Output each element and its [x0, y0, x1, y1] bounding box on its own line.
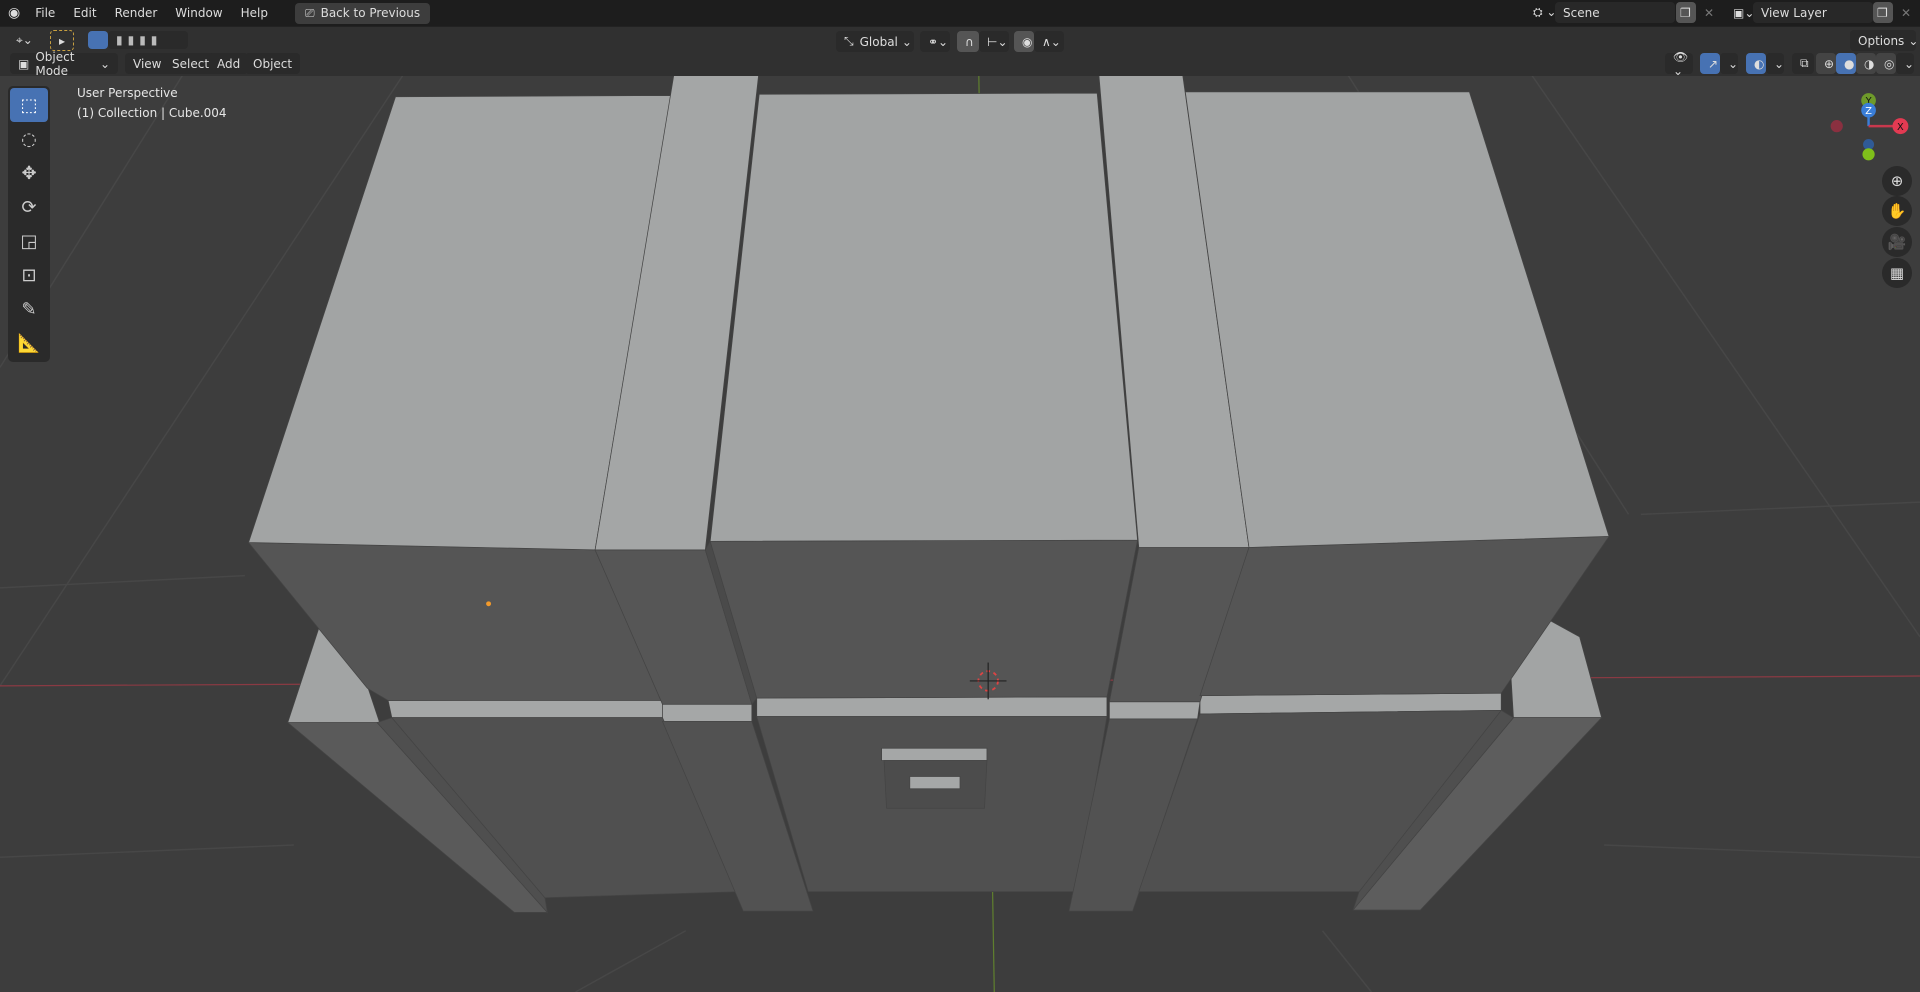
select-box-tool-icon[interactable]: ⬚ — [10, 88, 48, 122]
menu-add[interactable]: Add — [209, 53, 249, 74]
scale-tool-icon[interactable]: ◲ — [10, 224, 48, 258]
select-tool-icon[interactable]: ▸ — [50, 30, 74, 51]
falloff-icon[interactable]: ∧⌄ — [1034, 31, 1064, 52]
solid-shading-icon[interactable]: ● — [1836, 53, 1856, 74]
overlays-dropdown-icon[interactable]: ⌄ — [1766, 53, 1784, 74]
shading-dropdown-icon[interactable]: ⌄ — [1896, 53, 1914, 74]
menu-view[interactable]: View — [125, 53, 170, 74]
zoom-view-icon[interactable]: ⊕ — [1882, 166, 1912, 196]
neg-y-dot — [1862, 148, 1875, 161]
pivot-point-icon[interactable]: ⚭⌄ — [920, 31, 950, 52]
perspective-toggle-icon[interactable]: ▦ — [1882, 258, 1912, 288]
viewport-scene: Y Z X — [0, 48, 1920, 992]
measure-tool-icon[interactable]: 📐 — [10, 326, 48, 360]
toolbar: ⬚ ◌ ✥ ⟳ ◲ ⊡ ✎ 📐 — [8, 86, 50, 362]
transform-orientation-dropdown[interactable]: ⤡ Global ⌄ — [836, 31, 914, 52]
navigation-gizmo[interactable]: Y Z X — [1830, 93, 1909, 161]
snap-toggle-icon[interactable]: ∩ — [957, 31, 979, 52]
annotate-tool-icon[interactable]: ✎ — [10, 292, 48, 326]
gizmo-dropdown-icon[interactable]: ⌄ — [1720, 53, 1738, 74]
options-dropdown[interactable]: Options ⌄ — [1850, 30, 1918, 51]
overlays-toggle-icon[interactable]: ◐ — [1746, 53, 1766, 74]
orientation-icon: ⤡ — [844, 34, 854, 48]
object-origin — [486, 601, 492, 607]
object-mode-icon: ▣ — [18, 56, 30, 71]
gizmo-toggle-icon[interactable]: ↗ — [1700, 53, 1720, 74]
cursor-tool-icon[interactable]: ◌ — [10, 122, 48, 156]
neg-x-dot — [1830, 120, 1843, 133]
rendered-shading-icon[interactable]: ◎ — [1876, 53, 1896, 74]
pan-view-icon[interactable]: ✋ — [1882, 196, 1912, 226]
rotate-tool-icon[interactable]: ⟳ — [10, 190, 48, 224]
lock-top — [881, 747, 988, 761]
view-name: User Perspective — [77, 86, 178, 100]
gizmo-x-label: X — [1897, 122, 1904, 133]
editor-type-icon[interactable]: ⌖⌄ — [8, 30, 40, 51]
mode-dropdown[interactable]: ▣ Object Mode ⌄ — [10, 50, 118, 78]
select-mode-new-icon[interactable] — [88, 31, 108, 49]
select-mode-options-icon[interactable]: ▮▮▮▮ — [108, 31, 188, 49]
menu-object[interactable]: Object — [245, 53, 301, 74]
move-tool-icon[interactable]: ✥ — [10, 156, 48, 190]
chest-model[interactable] — [247, 66, 1610, 914]
snap-element-icon[interactable]: ⊢⌄ — [979, 31, 1009, 52]
mode-label: Object Mode — [35, 49, 75, 78]
proportional-edit-icon[interactable]: ◉ — [1014, 31, 1034, 52]
collection-info: (1) Collection | Cube.004 — [77, 106, 227, 120]
xray-toggle-icon[interactable]: ⧉ — [1792, 53, 1814, 74]
material-shading-icon[interactable]: ◑ — [1856, 53, 1876, 74]
selectability-icon[interactable]: 👁⌄ — [1665, 50, 1693, 78]
transform-tool-icon[interactable]: ⊡ — [10, 258, 48, 292]
camera-view-icon[interactable]: 🎥 — [1882, 227, 1912, 257]
wireframe-shading-icon[interactable]: ⊕ — [1816, 53, 1836, 74]
viewport-header: ⌖⌄ ▸ ▮▮▮▮ ⤡ Global ⌄ ⚭⌄ ∩ ⊢⌄ ◉ ∧⌄ Options ⌄… — [0, 26, 1920, 78]
gizmo-z-label: Z — [1865, 106, 1872, 117]
options-label: Options — [1858, 33, 1905, 48]
orientation-label: Global — [859, 34, 898, 49]
